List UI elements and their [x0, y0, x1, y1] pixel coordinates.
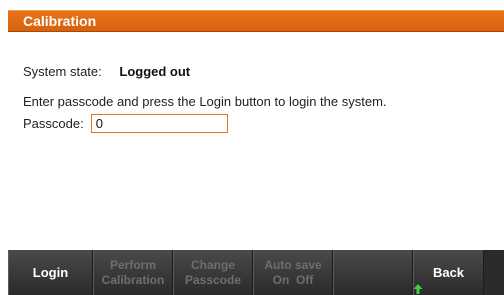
login-button[interactable]: Login	[8, 250, 93, 295]
system-state-label: System state:	[23, 64, 102, 79]
change-passcode-label-line2: Passcode	[184, 272, 242, 287]
login-button-label: Login	[32, 265, 69, 280]
calibration-screen: Calibration System state: Logged out Ent…	[0, 0, 504, 295]
passcode-input[interactable]	[90, 114, 228, 133]
change-passcode-button[interactable]: Change Passcode	[173, 250, 253, 295]
up-arrow-icon	[413, 284, 423, 294]
title-bar: Calibration	[8, 10, 504, 32]
system-state-row: System state: Logged out	[23, 64, 190, 79]
perform-calibration-button[interactable]: Perform Calibration	[93, 250, 173, 295]
auto-save-label-line2: On Off	[272, 272, 314, 287]
back-button-content: Back	[413, 250, 483, 295]
passcode-row: Passcode:	[23, 114, 228, 133]
empty-softkey[interactable]	[333, 250, 413, 295]
back-button[interactable]: Back	[413, 250, 484, 295]
content-panel: System state: Logged out Enter passcode …	[8, 32, 504, 250]
back-button-label: Back	[432, 265, 465, 280]
login-instructions: Enter passcode and press the Login butto…	[23, 94, 387, 109]
system-state-value: Logged out	[119, 64, 191, 79]
perform-calibration-label-line2: Calibration	[101, 272, 165, 287]
passcode-label: Passcode:	[23, 116, 84, 131]
change-passcode-label-line1: Change	[190, 257, 235, 272]
auto-save-label-line1: Auto save	[264, 257, 322, 272]
perform-calibration-label-line1: Perform	[109, 257, 156, 272]
softkey-bar: Login Perform Calibration Change Passcod…	[8, 250, 504, 295]
window-title: Calibration	[23, 13, 97, 29]
auto-save-button[interactable]: Auto save On Off	[253, 250, 333, 295]
